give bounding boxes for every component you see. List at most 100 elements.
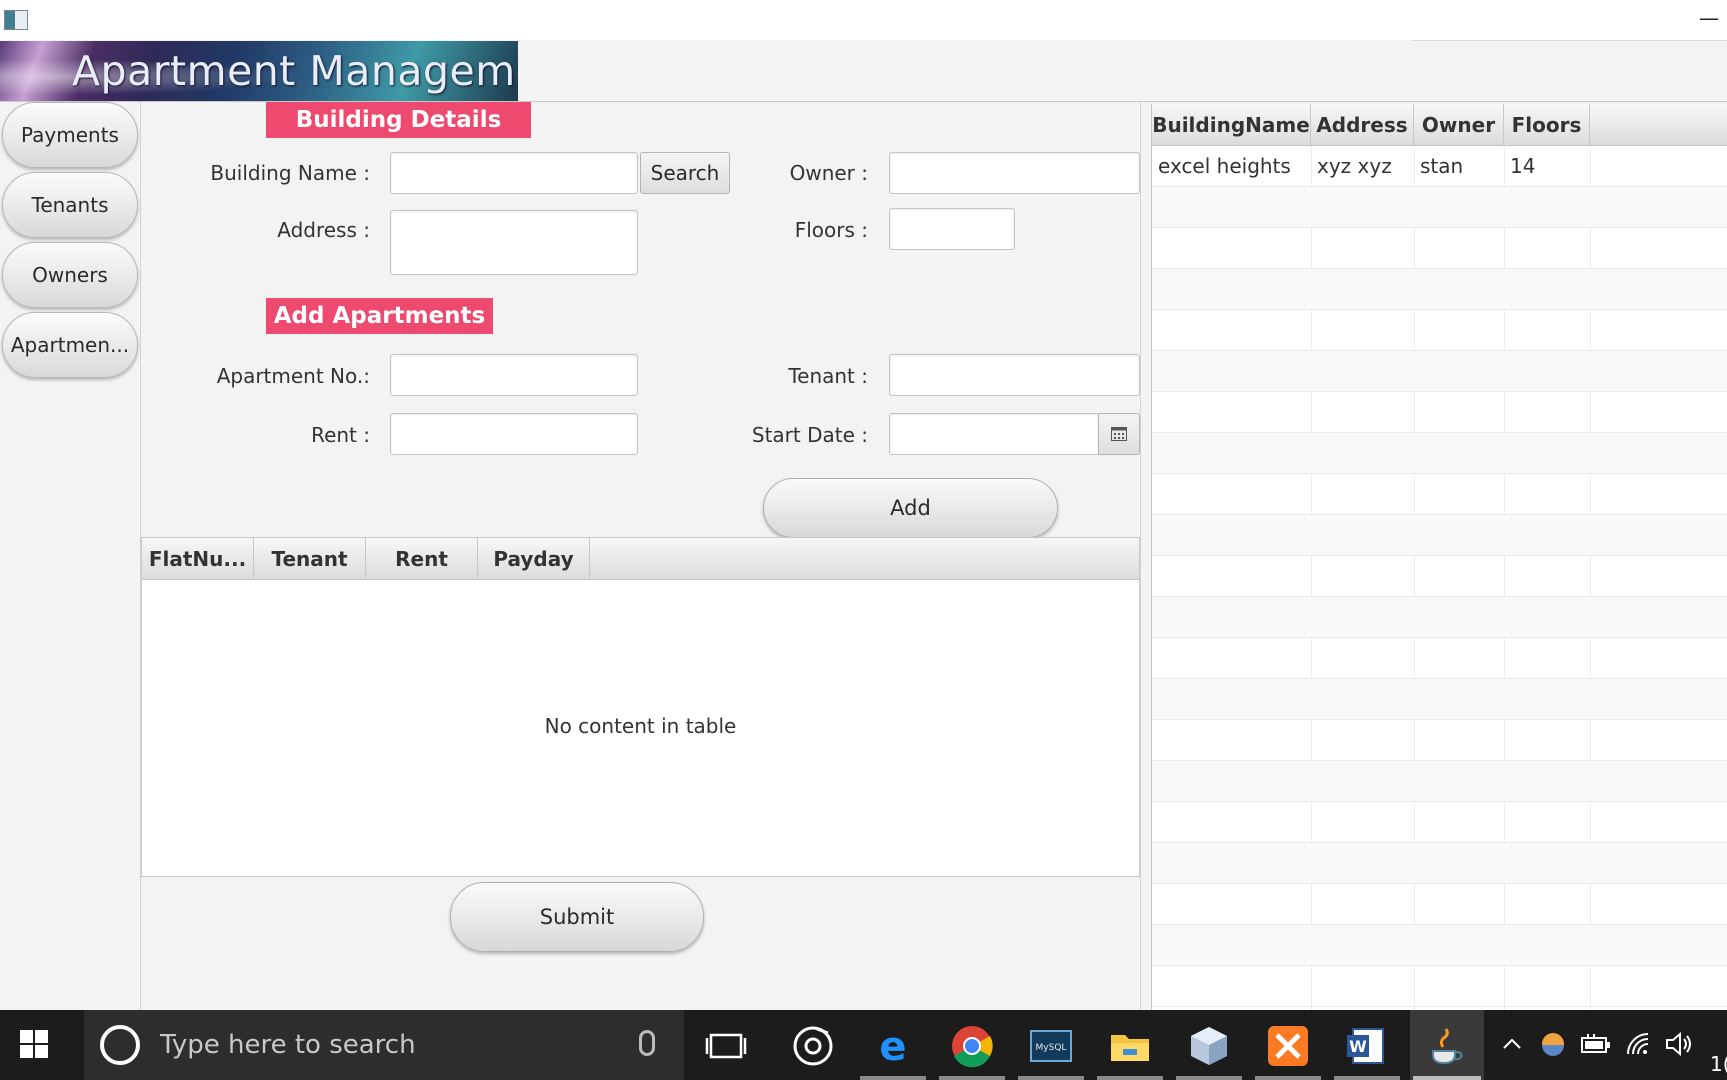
column-header[interactable]: Tenant	[254, 538, 366, 580]
apartment-no-label: Apartment No.:	[216, 364, 370, 388]
sidebar-item-label: Tenants	[31, 193, 109, 217]
sidebar: Payments Tenants Owners Apartmen...	[0, 102, 141, 1010]
start-date-input[interactable]	[889, 413, 1099, 455]
address-input[interactable]	[390, 210, 638, 275]
sidebar-item-apartments[interactable]: Apartmen...	[2, 312, 138, 378]
table-row[interactable]	[1152, 310, 1727, 351]
tenant-label: Tenant :	[788, 364, 868, 388]
groove-music-icon[interactable]	[790, 1023, 836, 1069]
cell-building-name: excel heights	[1158, 154, 1291, 178]
calendar-icon	[1111, 427, 1127, 441]
tenant-input[interactable]	[889, 354, 1140, 396]
virtualbox-icon[interactable]	[1186, 1023, 1232, 1069]
address-label: Address :	[277, 218, 370, 242]
table-row[interactable]	[1152, 597, 1727, 638]
table-row[interactable]	[1152, 269, 1727, 310]
table-row[interactable]	[1152, 515, 1727, 556]
app-banner: Apartment Management	[0, 41, 518, 101]
column-header[interactable]: BuildingName	[1152, 104, 1311, 146]
start-date-label: Start Date :	[751, 423, 868, 447]
weather-icon[interactable]	[1540, 1031, 1566, 1057]
building-table[interactable]: BuildingName Address Owner Floors excel …	[1151, 104, 1727, 1010]
column-header[interactable]: Payday	[478, 538, 590, 580]
wifi-icon[interactable]	[1624, 1030, 1652, 1058]
table-row[interactable]	[1152, 638, 1727, 679]
date-picker-button[interactable]	[1098, 413, 1140, 455]
table-row[interactable]	[1152, 966, 1727, 1007]
mysql-workbench-icon[interactable]: MySQL	[1028, 1023, 1074, 1069]
apartment-no-input[interactable]	[390, 354, 638, 396]
minimize-button[interactable]: —	[1694, 8, 1724, 32]
running-indicator	[1176, 1076, 1242, 1080]
search-placeholder: Type here to search	[160, 1030, 416, 1060]
windows-logo-icon	[35, 1030, 48, 1043]
edge-icon[interactable]: e	[870, 1023, 916, 1069]
table-row[interactable]	[1152, 228, 1727, 269]
table-row[interactable]	[1152, 433, 1727, 474]
table-row[interactable]	[1152, 392, 1727, 433]
table-row[interactable]	[1152, 351, 1727, 392]
start-button[interactable]	[20, 1030, 50, 1060]
rent-input[interactable]	[390, 413, 638, 455]
empty-table-message: No content in table	[544, 714, 737, 738]
table-row[interactable]: excel heights xyz xyz stan 14	[1152, 146, 1727, 187]
java-icon[interactable]	[1423, 1023, 1469, 1069]
add-apartments-heading: Add Apartments	[266, 298, 493, 334]
xampp-icon[interactable]	[1265, 1023, 1311, 1069]
running-indicator	[1334, 1076, 1400, 1080]
windows-logo-icon	[20, 1045, 33, 1058]
building-name-input[interactable]	[390, 152, 638, 194]
running-indicator	[1018, 1076, 1084, 1080]
column-header[interactable]: Floors	[1504, 104, 1590, 146]
taskbar-search-box[interactable]: Type here to search	[84, 1010, 684, 1080]
sidebar-item-payments[interactable]: Payments	[2, 102, 138, 168]
column-header[interactable]: Owner	[1414, 104, 1504, 146]
chevron-up-icon[interactable]	[1500, 1032, 1524, 1056]
table-row[interactable]	[1152, 679, 1727, 720]
sidebar-item-owners[interactable]: Owners	[2, 242, 138, 308]
window-title-bar: —	[0, 0, 1727, 40]
svg-text:e: e	[879, 1024, 906, 1069]
file-explorer-icon[interactable]	[1107, 1023, 1153, 1069]
column-header[interactable]: FlatNu...	[142, 538, 254, 580]
table-row[interactable]	[1152, 720, 1727, 761]
floors-input[interactable]	[889, 208, 1015, 250]
table-header: FlatNu... Tenant Rent Payday	[142, 538, 1139, 580]
sidebar-item-label: Owners	[32, 263, 108, 287]
table-row[interactable]	[1152, 474, 1727, 515]
chrome-icon[interactable]	[949, 1023, 995, 1069]
divider	[1412, 40, 1727, 41]
table-row[interactable]	[1152, 556, 1727, 597]
add-button[interactable]: Add	[763, 478, 1058, 538]
table-row[interactable]	[1152, 187, 1727, 228]
owner-input[interactable]	[889, 152, 1140, 194]
microphone-icon[interactable]	[639, 1030, 655, 1056]
word-icon[interactable]: W	[1343, 1023, 1389, 1069]
building-details-heading: Building Details	[266, 102, 531, 138]
table-row[interactable]	[1152, 925, 1727, 966]
running-indicator	[1255, 1076, 1321, 1080]
table-row[interactable]	[1152, 802, 1727, 843]
search-button[interactable]: Search	[640, 152, 730, 194]
task-view-icon[interactable]	[703, 1023, 749, 1069]
cell-floors: 14	[1510, 154, 1536, 178]
column-header[interactable]: Rent	[366, 538, 478, 580]
building-name-label: Building Name :	[210, 161, 370, 185]
submit-button[interactable]: Submit	[450, 882, 704, 952]
taskbar: Type here to search e MySQL W 1	[0, 1010, 1727, 1080]
table-header: BuildingName Address Owner Floors	[1152, 104, 1727, 146]
table-row[interactable]	[1152, 884, 1727, 925]
floors-label: Floors :	[794, 218, 868, 242]
volume-icon[interactable]	[1664, 1030, 1694, 1058]
cortana-icon[interactable]	[100, 1025, 140, 1065]
column-header[interactable]: Address	[1311, 104, 1414, 146]
clock[interactable]: 1(	[1710, 1052, 1727, 1076]
sidebar-item-tenants[interactable]: Tenants	[2, 172, 138, 238]
table-row[interactable]	[1152, 761, 1727, 802]
battery-icon[interactable]	[1580, 1032, 1612, 1056]
flat-table[interactable]: FlatNu... Tenant Rent Payday No content …	[141, 537, 1140, 877]
svg-text:W: W	[1349, 1037, 1367, 1056]
table-row[interactable]	[1152, 843, 1727, 884]
running-indicator	[939, 1076, 1005, 1080]
cell-address: xyz xyz	[1317, 154, 1392, 178]
